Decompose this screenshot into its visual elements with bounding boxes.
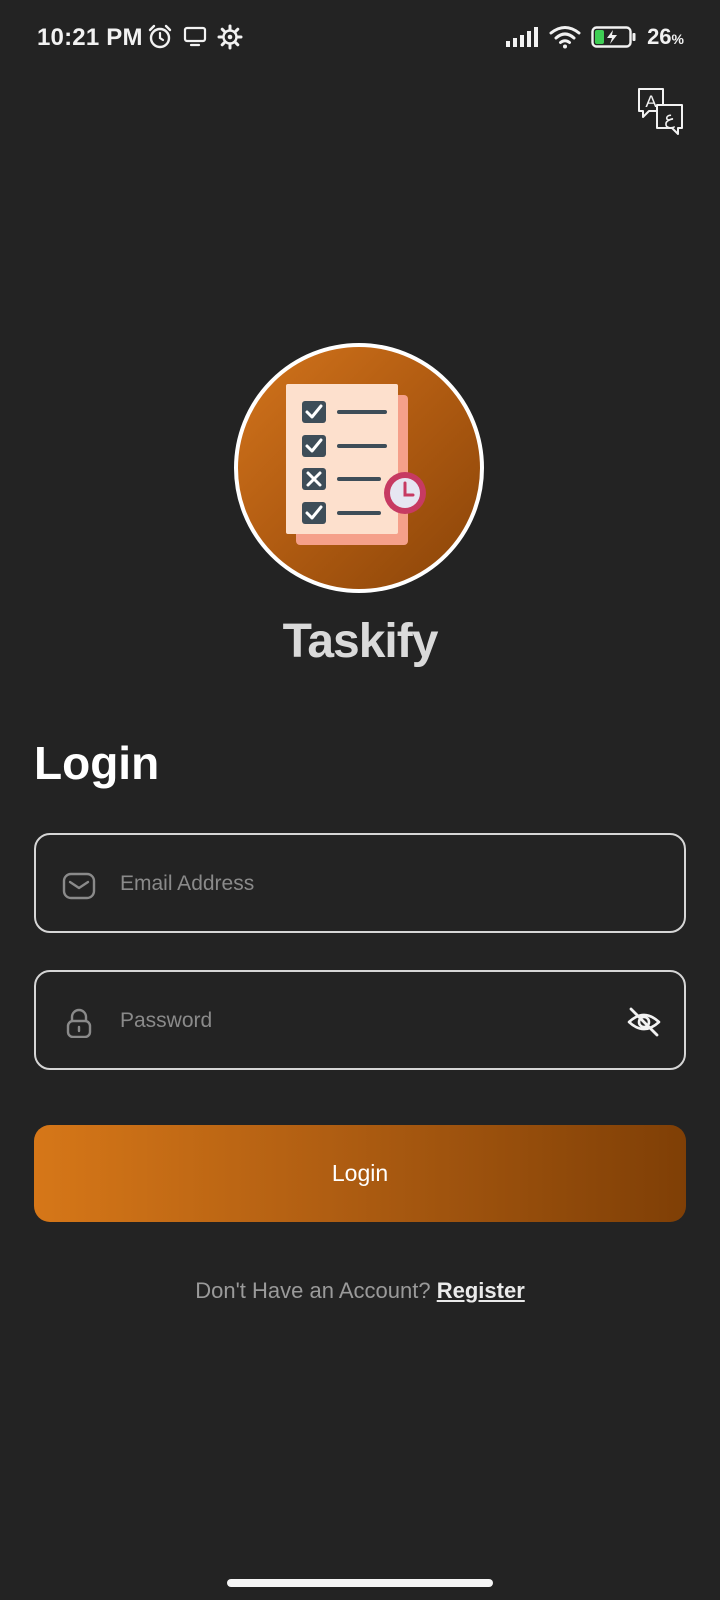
eye-off-icon[interactable] (626, 1006, 662, 1038)
login-button[interactable]: Login (34, 1125, 686, 1222)
checklist-clock-logo (286, 384, 426, 545)
status-bar: 10:21 PM 26% (0, 0, 720, 78)
translate-button[interactable]: A ع (636, 86, 686, 138)
battery-level: 26% (647, 24, 684, 49)
status-time: 10:21 PM (37, 24, 143, 51)
app-logo (234, 343, 484, 593)
mail-icon (62, 872, 96, 900)
register-prompt: Don't Have an Account? Register (0, 1278, 720, 1304)
password-field[interactable] (34, 970, 686, 1070)
email-field[interactable] (34, 833, 686, 933)
translate-icon: A ع (638, 88, 683, 135)
home-indicator[interactable] (227, 1579, 493, 1587)
screen-cast-icon (183, 26, 207, 47)
password-input[interactable] (118, 972, 602, 1070)
register-prompt-text: Don't Have an Account? (195, 1278, 431, 1303)
svg-text:ع: ع (664, 108, 675, 129)
register-link[interactable]: Register (437, 1278, 525, 1303)
signal-icon (506, 27, 539, 47)
status-icons-left (147, 24, 243, 50)
app-name: Taskify (282, 615, 439, 668)
status-icons-right: 26% (505, 24, 684, 50)
lock-icon (66, 1008, 92, 1038)
settings-gear-icon (217, 24, 243, 50)
page-title: Login (34, 737, 160, 789)
alarm-icon (148, 24, 172, 49)
email-input[interactable] (118, 835, 602, 933)
battery-charging-icon (591, 26, 636, 48)
wifi-icon (549, 26, 581, 49)
svg-text:A: A (645, 92, 657, 111)
